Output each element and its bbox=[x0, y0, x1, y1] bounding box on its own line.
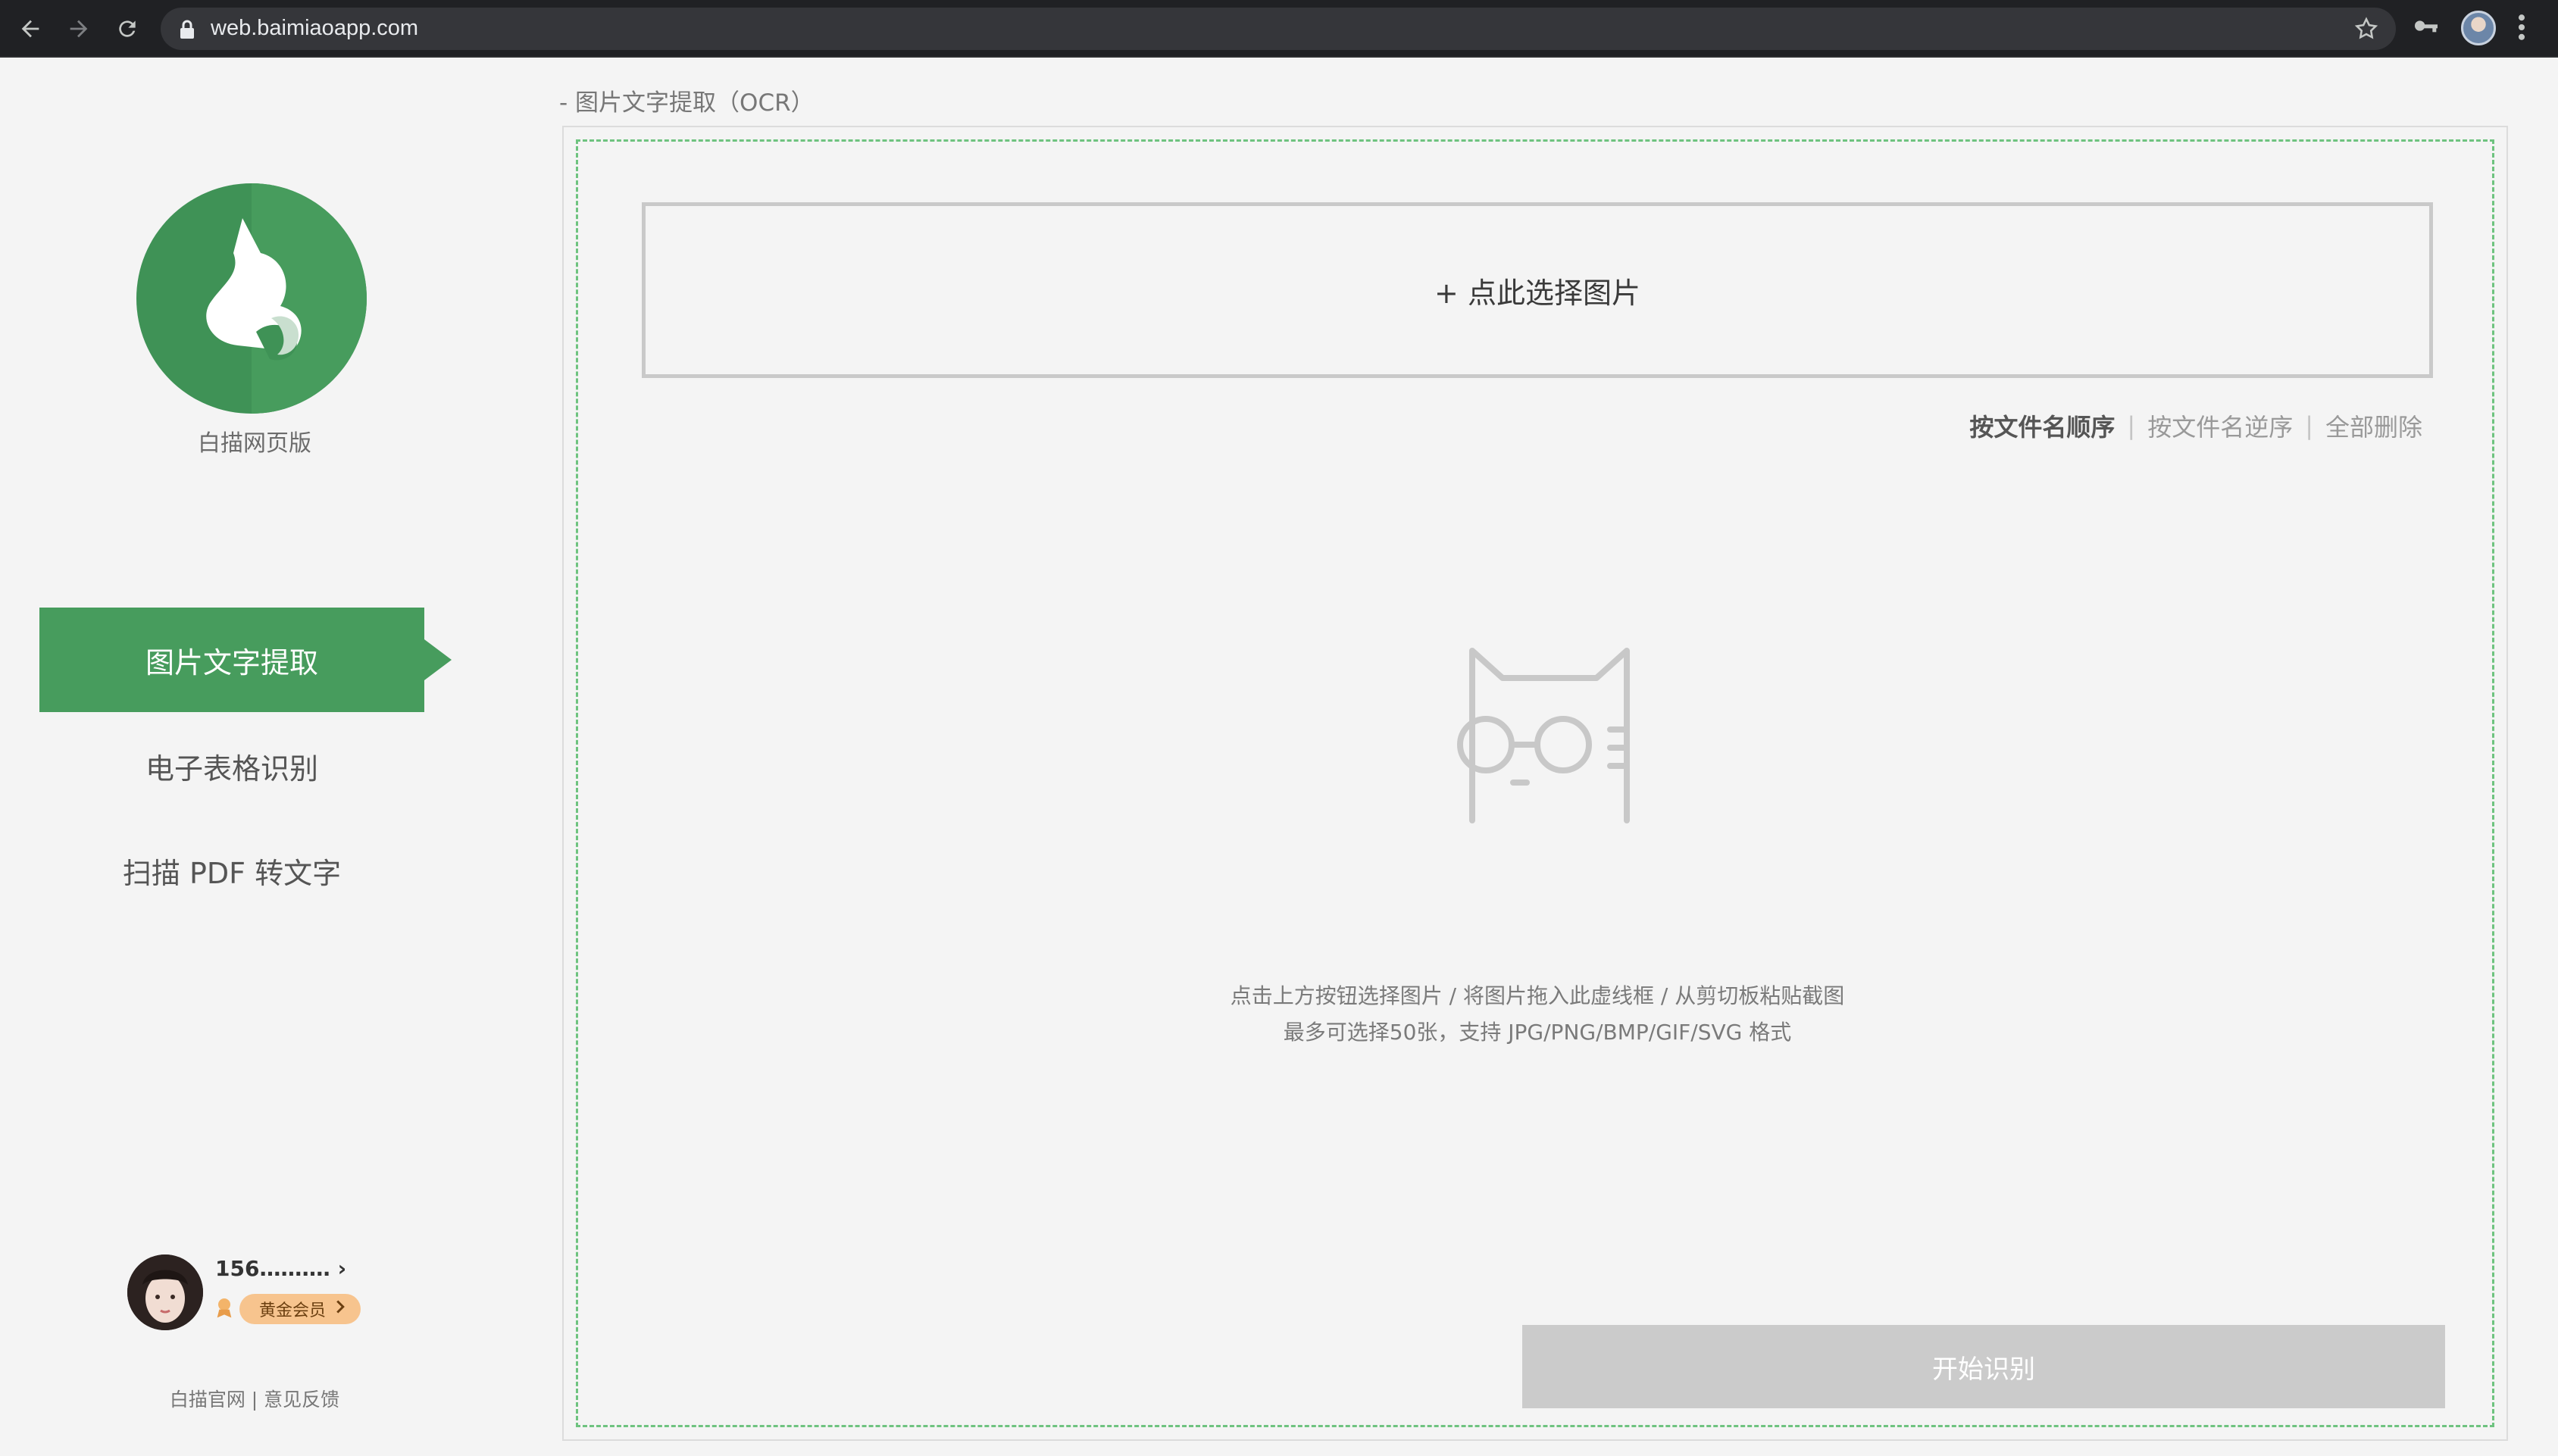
avatar[interactable] bbox=[127, 1254, 203, 1330]
menu-icon[interactable] bbox=[2514, 11, 2529, 47]
url-text[interactable]: web.baimiaoapp.com bbox=[211, 16, 418, 41]
footer-links: 白描官网 | 意见反馈 bbox=[0, 1385, 509, 1412]
sort-separator: | bbox=[2127, 411, 2136, 440]
nav-item-image-ocr[interactable]: 图片文字提取 bbox=[39, 608, 452, 712]
membership-label: 黄金会员 bbox=[259, 1301, 327, 1320]
logo-icon bbox=[136, 183, 367, 414]
lock-icon[interactable] bbox=[179, 20, 195, 42]
sort-separator: | bbox=[2305, 411, 2313, 440]
nav-item-label: 扫描 PDF 转文字 bbox=[122, 856, 342, 890]
cat-glasses-icon bbox=[1449, 642, 1650, 826]
star-icon[interactable] bbox=[2353, 16, 2379, 45]
back-icon[interactable] bbox=[11, 9, 50, 48]
hint-line-2: 最多可选择50张，支持 JPG/PNG/BMP/GIF/SVG 格式 bbox=[1283, 1020, 1792, 1045]
hint-line-1: 点击上方按钮选择图片 / 将图片拖入此虚线框 / 从剪切板粘贴截图 bbox=[1230, 983, 1845, 1008]
sort-asc-button[interactable]: 按文件名顺序 bbox=[1969, 408, 2115, 443]
browser-toolbar: web.baimiaoapp.com bbox=[0, 0, 2558, 58]
user-phone[interactable]: 156‥‥‥‥‥ › bbox=[215, 1256, 346, 1281]
membership-badge[interactable]: 黄金会员 bbox=[239, 1294, 361, 1324]
sort-desc-button[interactable]: 按文件名逆序 bbox=[2147, 408, 2293, 443]
nav-item-pdf-ocr[interactable]: 扫描 PDF 转文字 bbox=[39, 818, 424, 923]
reload-icon[interactable] bbox=[108, 9, 147, 48]
nav-item-label: 电子表格识别 bbox=[145, 751, 318, 786]
feedback-link[interactable]: 意见反馈 bbox=[264, 1389, 339, 1411]
drop-zone[interactable]: + 点此选择图片 按文件名顺序 | 按文件名逆序 | 全部删除 点击上方按钮选择 bbox=[576, 139, 2494, 1427]
key-icon[interactable] bbox=[2411, 11, 2441, 44]
nav-item-label: 图片文字提取 bbox=[145, 645, 318, 680]
select-image-button[interactable]: + 点此选择图片 bbox=[642, 202, 2433, 378]
nav-item-spreadsheet-ocr[interactable]: 电子表格识别 bbox=[39, 714, 424, 818]
select-image-label: + 点此选择图片 bbox=[1434, 276, 1640, 310]
profile-icon[interactable] bbox=[2461, 11, 2496, 45]
official-site-link[interactable]: 白描官网 bbox=[170, 1389, 245, 1411]
sidebar: 白描网页版 图片文字提取 电子表格识别 扫描 PDF 转文字 156‥‥‥‥‥ … bbox=[0, 58, 509, 1456]
delete-all-button[interactable]: 全部删除 bbox=[2325, 408, 2422, 443]
breadcrumb: - 图片文字提取（OCR） bbox=[559, 89, 815, 117]
logo-caption: 白描网页版 bbox=[198, 430, 311, 457]
vip-icon bbox=[212, 1295, 236, 1323]
footer-separator: | bbox=[251, 1389, 258, 1411]
start-recognition-label: 开始识别 bbox=[1932, 1354, 2035, 1385]
upload-panel: + 点此选择图片 按文件名顺序 | 按文件名逆序 | 全部删除 点击上方按钮选择 bbox=[562, 126, 2508, 1441]
address-bar[interactable]: web.baimiaoapp.com bbox=[161, 8, 2396, 50]
sort-bar: 按文件名顺序 | 按文件名逆序 | 全部删除 bbox=[1969, 408, 2422, 443]
start-recognition-button[interactable]: 开始识别 bbox=[1522, 1325, 2445, 1408]
forward-icon[interactable] bbox=[59, 9, 99, 48]
chevron-right-icon bbox=[335, 1299, 346, 1319]
